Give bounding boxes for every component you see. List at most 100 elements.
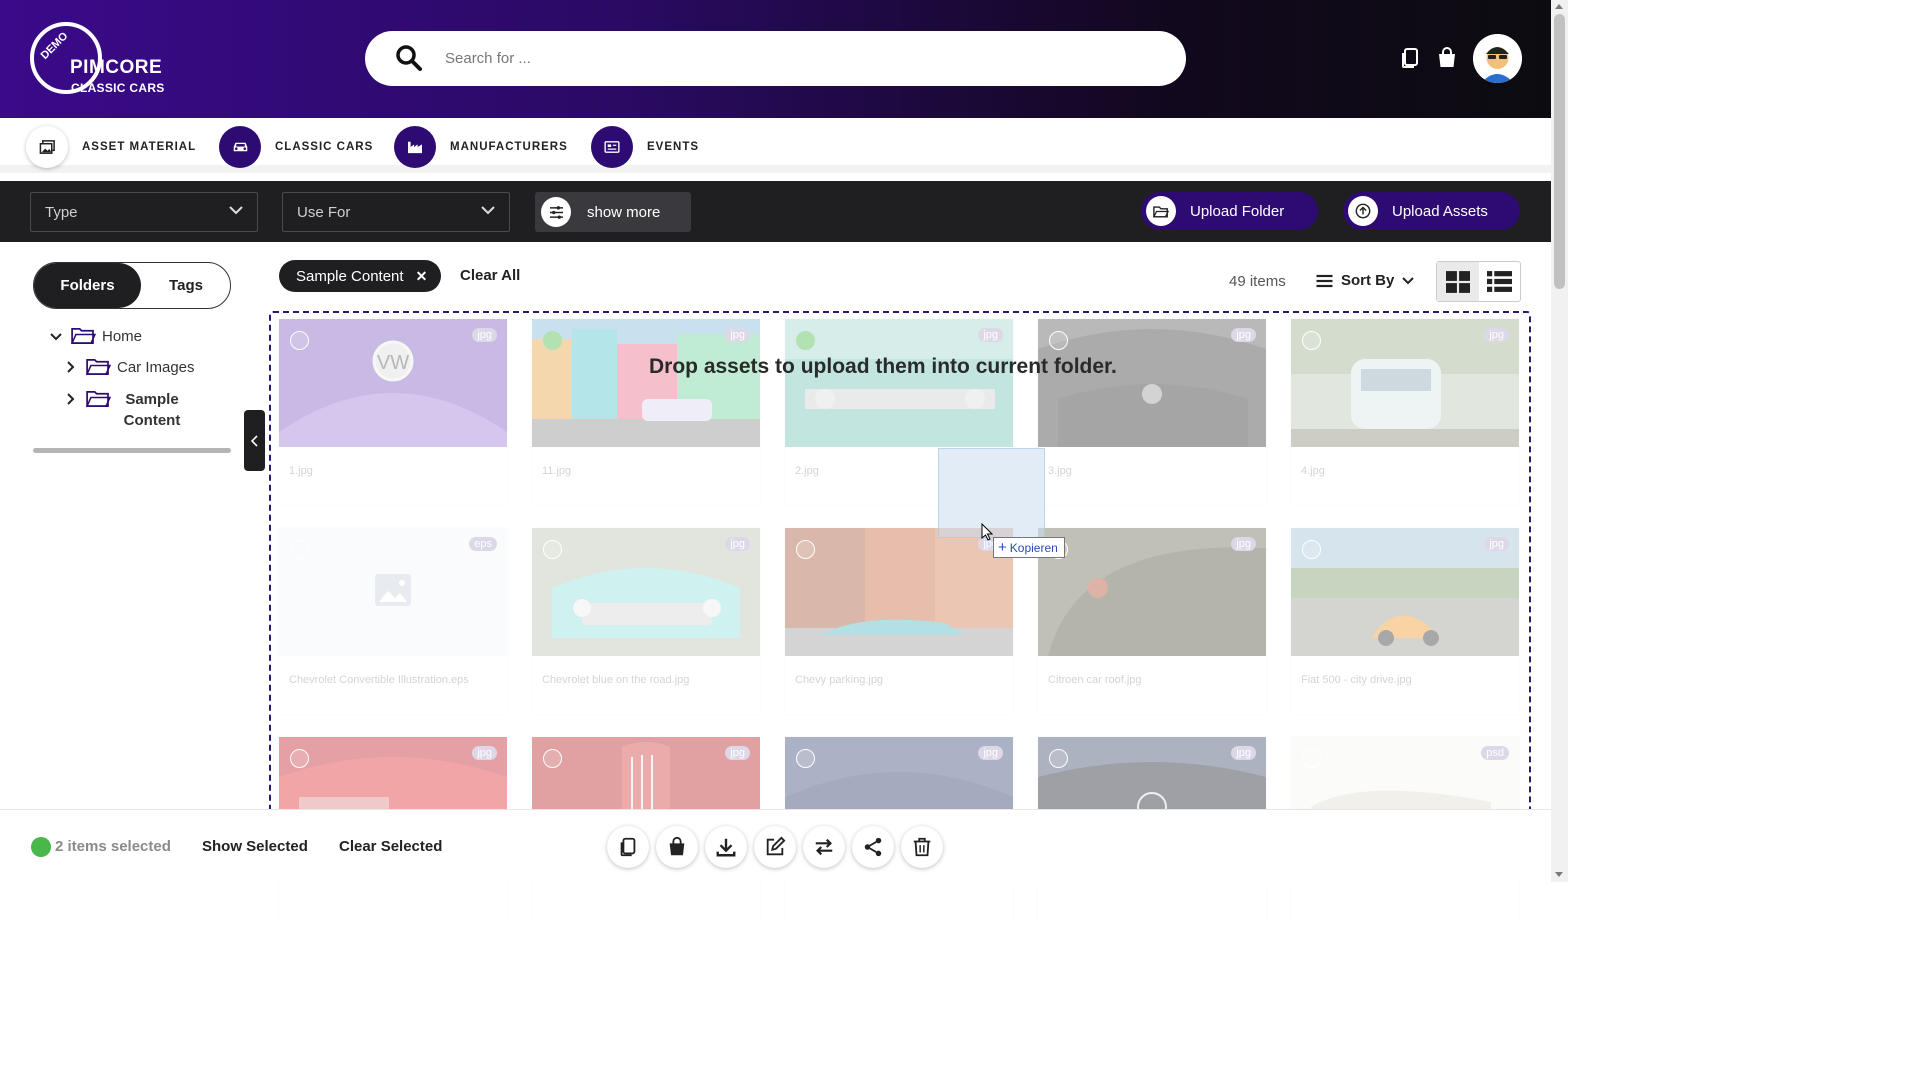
chevron-left-icon [250, 434, 258, 447]
asset-select-checkbox[interactable] [290, 540, 309, 559]
tree-item-label: Sample Content [123, 391, 181, 429]
asset-select-checkbox[interactable] [1302, 540, 1321, 559]
asset-select-checkbox[interactable] [1049, 749, 1068, 768]
file-type-badge: jpg [725, 537, 750, 551]
nav-item-classic-cars[interactable]: CLASSIC CARS [219, 126, 373, 168]
chevron-right-icon[interactable] [64, 360, 78, 374]
swap-button[interactable] [803, 826, 845, 868]
scroll-up-arrow-icon[interactable] [1555, 4, 1563, 9]
asset-select-checkbox[interactable] [1302, 749, 1321, 768]
tab-folders[interactable]: Folders [34, 263, 141, 308]
show-more-button[interactable]: show more [535, 192, 691, 232]
asset-filename: 11.jpg [542, 465, 572, 477]
asset-card[interactable]: jpg Chevy parking.jpg [785, 528, 1013, 714]
swap-icon [815, 838, 833, 856]
file-type-badge: jpg [472, 328, 497, 342]
copy-icon[interactable] [1398, 46, 1422, 70]
clear-selected-button[interactable]: Clear Selected [339, 838, 442, 855]
list-icon [1486, 271, 1512, 292]
asset-card[interactable]: jpg Fiat 500 - city drive.jpg [1291, 528, 1519, 714]
scrollbar-thumb[interactable] [1554, 14, 1565, 289]
chevron-down-icon [229, 206, 243, 215]
file-type-badge: jpg [1231, 746, 1256, 760]
upload-folder-button[interactable]: Upload Folder [1141, 192, 1318, 230]
asset-select-checkbox[interactable] [796, 749, 815, 768]
chevron-right-icon[interactable] [64, 392, 78, 406]
menu-lines-icon [1316, 274, 1333, 287]
asset-card[interactable]: jpg Chevrolet blue on the road.jpg [532, 528, 760, 714]
use-for-select[interactable]: Use For [282, 192, 510, 232]
grid-view-button[interactable] [1437, 262, 1479, 301]
delete-button[interactable] [901, 826, 943, 868]
asset-select-checkbox[interactable] [796, 540, 815, 559]
collapse-sidebar-button[interactable] [244, 410, 265, 471]
scroll-down-arrow-icon[interactable] [1555, 872, 1563, 877]
sliders-icon [541, 197, 571, 227]
asset-filename: Chevy parking.jpg [795, 674, 884, 686]
edit-button[interactable] [754, 826, 796, 868]
close-icon[interactable]: ✕ [416, 268, 428, 285]
asset-filename: Fiat 500 - city drive.jpg [1301, 674, 1412, 686]
view-mode-toggle [1436, 261, 1521, 302]
sort-by-label: Sort By [1341, 272, 1395, 289]
copy-icon [620, 837, 636, 857]
logo-name: PIMCORE [70, 57, 163, 78]
nav-item-asset-material[interactable]: ASSET MATERIAL [26, 126, 196, 168]
tab-tags[interactable]: Tags [141, 263, 231, 308]
asset-select-checkbox[interactable] [796, 331, 815, 350]
category-nav: ASSET MATERIAL CLASSIC CARS MANUFACTURER… [0, 118, 1551, 173]
asset-card[interactable]: VW jpg 1.jpg [279, 319, 507, 505]
list-view-button[interactable] [1479, 262, 1521, 301]
factory-icon [394, 126, 436, 168]
asset-card[interactable]: eps Chevrolet Convertible Illustration.ep… [279, 528, 507, 714]
tree-item-label: Home [102, 328, 143, 345]
asset-card[interactable]: jpg Citroen car roof.jpg [1038, 528, 1266, 714]
asset-select-checkbox[interactable] [543, 749, 562, 768]
logo-subtitle: CLASSIC CARS [71, 81, 165, 95]
selected-status-dot [31, 837, 51, 857]
page-scrollbar[interactable] [1551, 0, 1568, 882]
asset-filename: 3.jpg [1048, 465, 1072, 477]
pimcore-logo[interactable]: DEMO PIMCORE CLASSIC CARS [30, 22, 180, 98]
asset-select-checkbox[interactable] [543, 331, 562, 350]
asset-select-checkbox[interactable] [290, 331, 309, 350]
sort-by-dropdown[interactable]: Sort By [1316, 272, 1415, 289]
file-type-badge: jpg [1231, 537, 1256, 551]
asset-select-checkbox[interactable] [290, 749, 309, 768]
search-icon[interactable] [395, 44, 423, 72]
nav-item-manufacturers[interactable]: MANUFACTURERS [394, 126, 568, 168]
asset-card[interactable]: jpg 11.jpg [532, 319, 760, 505]
nav-label: CLASSIC CARS [275, 141, 374, 153]
asset-select-checkbox[interactable] [543, 540, 562, 559]
chevron-down-icon[interactable] [49, 332, 63, 342]
share-button[interactable] [852, 826, 894, 868]
user-avatar[interactable] [1473, 34, 1522, 83]
mouse-cursor-icon [981, 523, 993, 541]
search-bar[interactable] [365, 31, 1186, 86]
add-to-bag-button[interactable] [656, 826, 698, 868]
asset-card[interactable]: jpg 4.jpg [1291, 319, 1519, 505]
clear-all-button[interactable]: Clear All [460, 267, 520, 284]
search-input[interactable] [445, 43, 1145, 73]
copy-action-button[interactable] [607, 826, 649, 868]
tree-item-home[interactable]: Home [49, 326, 142, 347]
download-button[interactable] [705, 826, 747, 868]
file-type-badge: jpg [978, 746, 1003, 760]
active-filter-chip[interactable]: Sample Content ✕ [279, 260, 442, 292]
item-count: 49 items [1229, 273, 1286, 290]
asset-select-checkbox[interactable] [1302, 331, 1321, 350]
tree-item-car-images[interactable]: Car Images [64, 357, 195, 378]
upload-assets-button[interactable]: Upload Assets [1343, 192, 1520, 230]
bag-icon [669, 836, 685, 856]
nav-label: ASSET MATERIAL [82, 141, 197, 153]
file-type-badge: jpg [1484, 328, 1509, 342]
asset-filename: 2.jpg [795, 465, 819, 477]
show-selected-button[interactable]: Show Selected [202, 838, 308, 855]
asset-card[interactable]: jpg 3.jpg [1038, 319, 1266, 505]
nav-item-events[interactable]: EVENTS [591, 126, 699, 168]
type-select[interactable]: Type [30, 192, 258, 232]
asset-select-checkbox[interactable] [1049, 331, 1068, 350]
tree-item-sample-content[interactable]: Sample Content [64, 389, 214, 431]
shopping-bag-icon[interactable] [1435, 46, 1459, 70]
sidebar-scrollbar[interactable] [33, 448, 231, 453]
